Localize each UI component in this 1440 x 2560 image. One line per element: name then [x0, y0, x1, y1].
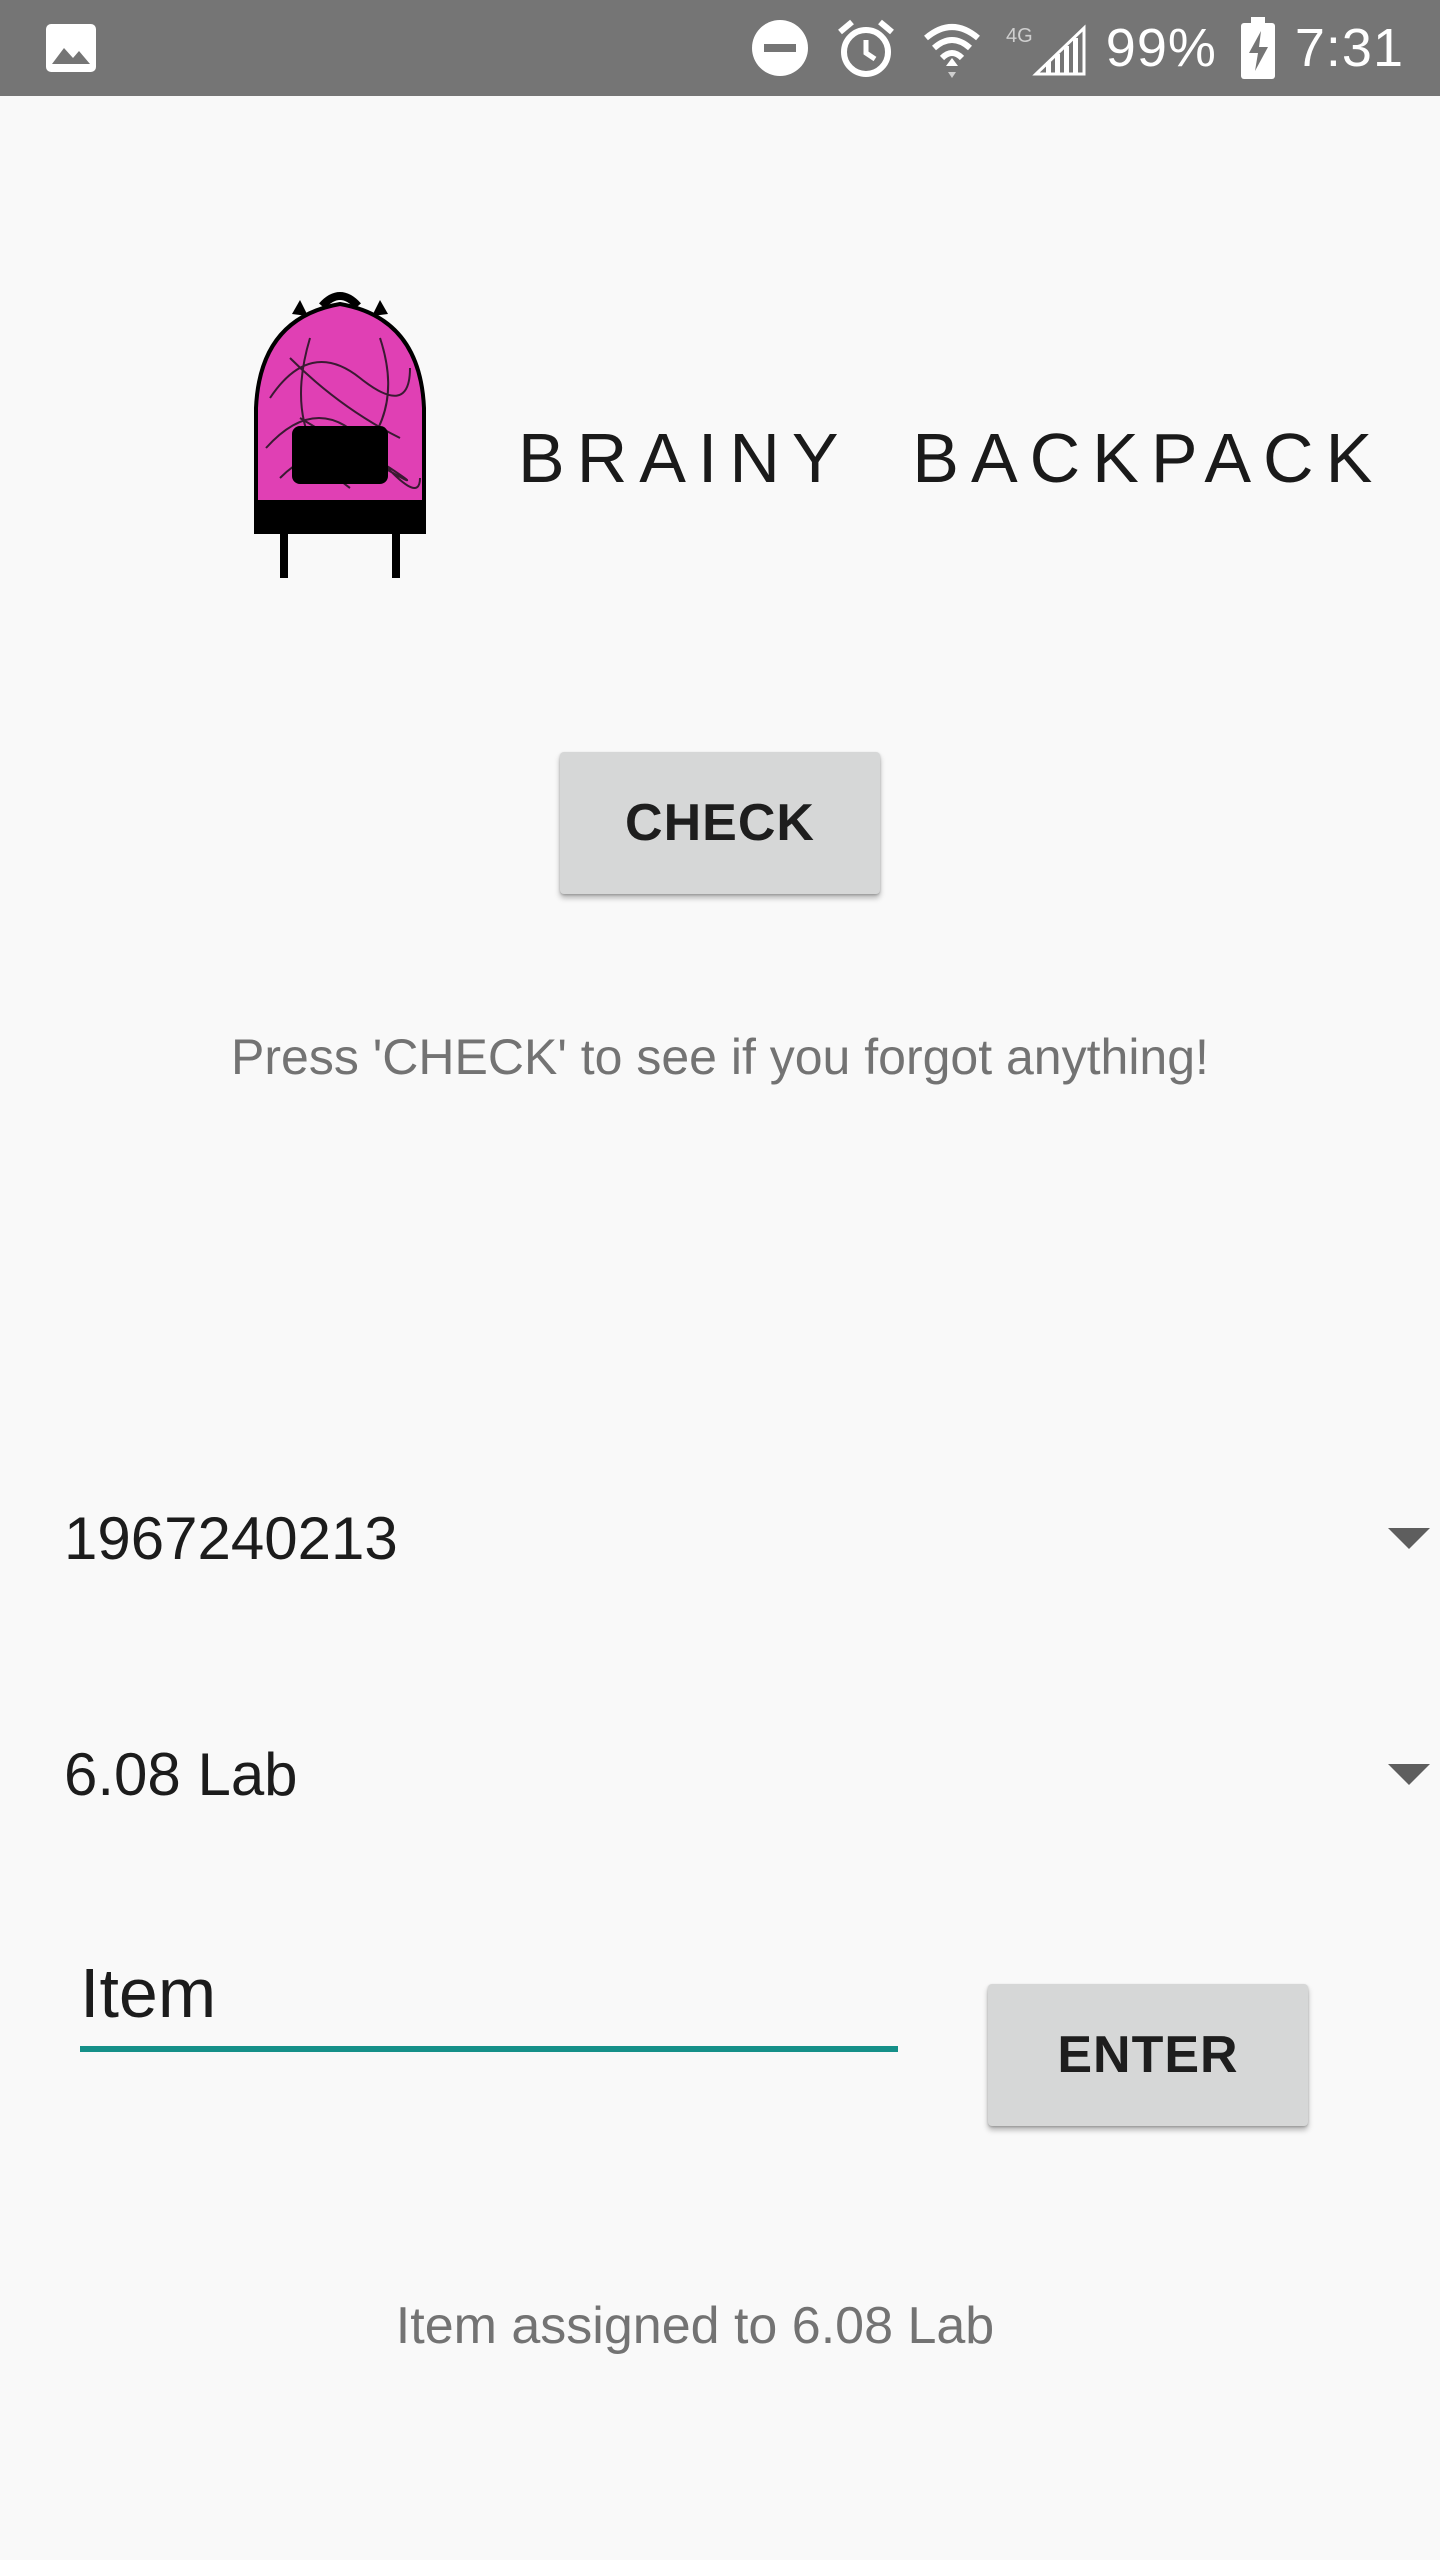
clock-time: 7:31 — [1294, 18, 1404, 78]
gallery-icon — [46, 24, 96, 72]
location-spinner-value: 6.08 Lab — [64, 1740, 298, 1808]
device-spinner[interactable]: 1967240213 — [64, 1478, 1440, 1598]
signal-icon: 4G — [1006, 18, 1086, 78]
wifi-icon — [922, 18, 982, 78]
backpack-icon — [254, 292, 426, 578]
status-bar: 4G 99% 7:31 — [0, 0, 1440, 96]
enter-button[interactable]: ENTER — [988, 1984, 1308, 2126]
assignment-result-text: Item assigned to 6.08 Lab — [395, 2297, 995, 2355]
check-button[interactable]: CHECK — [560, 752, 880, 894]
battery-charging-icon — [1240, 17, 1275, 79]
check-hint-text: Press 'CHECK' to see if you forgot anyth… — [231, 1029, 1209, 1085]
device-spinner-value: 1967240213 — [64, 1504, 398, 1572]
item-input[interactable] — [80, 1940, 898, 2052]
battery-percent: 99% — [1105, 18, 1217, 78]
backpack-logo — [240, 278, 440, 598]
app-title: BRAINY BACKPACK — [518, 419, 1385, 497]
dropdown-arrow-icon — [1388, 1528, 1430, 1549]
do-not-disturb-icon — [750, 18, 810, 78]
dropdown-arrow-icon — [1388, 1764, 1430, 1785]
network-type-label: 4G — [1006, 25, 1033, 47]
alarm-icon — [834, 16, 898, 80]
location-spinner[interactable]: 6.08 Lab — [64, 1714, 1440, 1834]
